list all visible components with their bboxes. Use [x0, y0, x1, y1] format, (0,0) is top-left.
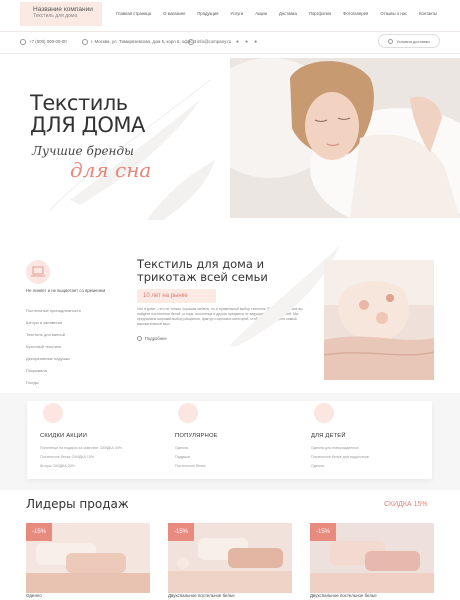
bedding-illustration: [324, 260, 434, 380]
header: Название компании Текстиль для дома Глав…: [0, 0, 460, 30]
address-text: г. Москва, ул. Тимирязевская, дом 5, кор…: [91, 39, 197, 45]
category-link[interactable]: Постельные принадлежности: [26, 308, 81, 313]
hero-title-line1: Текстиль: [30, 91, 128, 115]
nav-item-promo[interactable]: Акции: [255, 11, 267, 16]
address-contact: г. Москва, ул. Тимирязевская, дом 5, кор…: [82, 39, 196, 45]
promo-heading[interactable]: СКИДКИ АКЦИИ: [40, 433, 160, 439]
product-card[interactable]: -15%: [26, 523, 150, 593]
promo-link[interactable]: Одеяла для новорожденных: [311, 446, 431, 450]
arrow-right-icon: [137, 336, 142, 342]
promo-link[interactable]: Постельное белье СКИДКА 15%: [40, 455, 160, 459]
category-link[interactable]: Покрывала: [26, 368, 81, 373]
more-link[interactable]: Подробнее: [137, 336, 167, 342]
email-contact[interactable]: info@company.ru: [188, 39, 231, 45]
sleeping-woman-illustration: [230, 58, 460, 218]
divider: [0, 53, 460, 54]
company-tagline: Текстиль для дома: [33, 13, 78, 19]
leaders-title: Лидеры продаж: [26, 497, 129, 511]
phone-contact[interactable]: +7 (000) 000-00-00: [20, 39, 67, 45]
main-nav: Главная страница О магазине Продукция Ус…: [116, 11, 449, 16]
delivery-label: Условия доставки: [396, 39, 430, 44]
category-link[interactable]: Текстиль для ванной: [26, 332, 81, 337]
product-name[interactable]: Одеяло: [26, 593, 42, 598]
promo-link[interactable]: Подушки: [175, 455, 295, 459]
promo-column-sales: СКИДКИ АКЦИИ Полотенце на подарок за ком…: [40, 403, 160, 473]
logo-text[interactable]: Название компании Текстиль для дома: [33, 6, 93, 20]
product-card[interactable]: -15%: [168, 523, 292, 593]
discount-badge: -15%: [26, 523, 52, 541]
promo-heading[interactable]: ДЛЯ ДЕТЕЙ: [311, 433, 431, 439]
sale-link[interactable]: СКИДКА 15%: [384, 501, 428, 508]
more-label: Подробнее: [145, 336, 167, 341]
nav-item-delivery[interactable]: Доставка: [279, 11, 297, 16]
bedding-image: [324, 260, 434, 380]
nav-item-products[interactable]: Продукция: [197, 11, 218, 16]
promo-link[interactable]: Постельное белье для подростков: [311, 455, 431, 459]
category-link[interactable]: Пледы: [26, 380, 81, 385]
discount-badge: -15%: [168, 523, 194, 541]
product-card[interactable]: -15%: [310, 523, 434, 593]
nav-item-portfolio[interactable]: Портфолио: [309, 11, 331, 16]
feather-decoration-icon: [49, 79, 215, 220]
child-icon: [314, 403, 334, 423]
phone-icon: [20, 39, 26, 45]
star-icon: [178, 403, 198, 423]
product-name[interactable]: Двухспальное постельное белье: [168, 593, 235, 598]
company-name: Название компании: [33, 6, 93, 13]
location-icon: [82, 39, 88, 45]
nav-item-gallery[interactable]: Фотогалерея: [343, 11, 368, 16]
nav-item-contacts[interactable]: Контакты: [419, 11, 437, 16]
category-link[interactable]: Шторы и занавески: [26, 320, 81, 325]
truck-icon: [388, 39, 394, 45]
promo-column-kids: ДЛЯ ДЕТЕЙ Одеяла для новорожденных Посте…: [311, 403, 431, 473]
nav-item-reviews[interactable]: Отзывы о нас: [380, 11, 407, 16]
about-feature-icon: [26, 260, 50, 284]
promo-link[interactable]: Шторы СКИДКА 20%: [40, 464, 160, 468]
promo-column-popular: ПОПУЛЯРНОЕ Одеяла Подушки Постельное бел…: [175, 403, 295, 473]
social-icons: ●●●: [236, 39, 263, 45]
promo-link[interactable]: Одеяла: [175, 446, 295, 450]
hero-title-line2: для дома: [30, 113, 145, 137]
category-link[interactable]: Декоративные подушки: [26, 356, 81, 361]
years-badge: 10 лет на рынке: [137, 289, 216, 303]
nav-item-about[interactable]: О магазине: [163, 11, 185, 16]
nav-item-services[interactable]: Услуги: [230, 11, 243, 16]
category-link[interactable]: Кухонный текстиль: [26, 344, 81, 349]
promo-link[interactable]: Постельное белье: [175, 464, 295, 468]
laptop-icon: [31, 266, 45, 277]
hero-subtitle-accent: для сна: [70, 158, 152, 182]
mail-icon: [188, 39, 194, 45]
nav-item-home[interactable]: Главная страница: [116, 11, 151, 16]
product-name[interactable]: Двухспальное постельное белье: [310, 593, 377, 598]
vk-icon[interactable]: ●: [236, 39, 245, 45]
promo-link[interactable]: Полотенце на подарок за комплект СКИДКА …: [40, 446, 160, 450]
promo-link[interactable]: Одеяла: [311, 464, 431, 468]
category-links: Постельные принадлежности Шторы и занаве…: [26, 308, 81, 392]
ok-icon[interactable]: ●: [245, 39, 254, 45]
email-text: info@company.ru: [197, 39, 232, 45]
hero-subtitle: Лучшие бренды: [32, 144, 134, 158]
hero-title: Текстиль для дома: [30, 92, 145, 136]
gift-icon: [43, 403, 63, 423]
phone-number: +7 (000) 000-00-00: [29, 39, 67, 45]
discount-badge: -15%: [310, 523, 336, 541]
feature-title: Не линяет и не выцветает со временем: [26, 288, 106, 293]
promo-heading[interactable]: ПОПУЛЯРНОЕ: [175, 433, 295, 439]
delivery-conditions-button[interactable]: Условия доставки: [378, 34, 440, 48]
telegram-icon[interactable]: ●: [254, 39, 263, 45]
hero-image: [230, 58, 460, 218]
